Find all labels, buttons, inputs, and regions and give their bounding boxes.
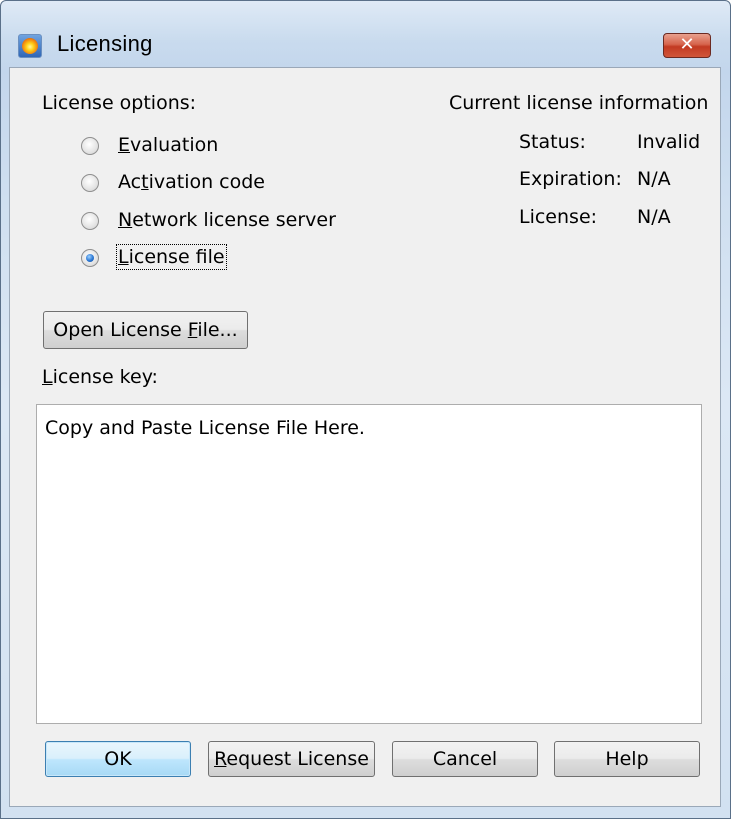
radio-network-license-server-label[interactable]: Network license server: [118, 209, 336, 231]
cancel-button[interactable]: Cancel: [392, 741, 538, 777]
license-key-label: License key:: [42, 366, 158, 388]
close-button[interactable]: ✕: [663, 33, 711, 58]
radio-network-license-server-control[interactable]: [81, 212, 99, 230]
license-key-textarea[interactable]: Copy and Paste License File Here.: [36, 404, 702, 724]
radio-activation-code-label[interactable]: Activation code: [118, 171, 265, 193]
licensing-window: Licensing ✕ License options: Evaluation …: [0, 0, 731, 819]
radio-activation-code-control[interactable]: [81, 174, 99, 192]
open-license-file-button[interactable]: Open License File...: [43, 311, 248, 349]
window-title: Licensing: [57, 31, 153, 56]
request-license-button[interactable]: Request License: [208, 741, 375, 777]
expiration-label: Expiration:: [519, 168, 622, 190]
status-value: Invalid: [637, 131, 701, 153]
current-license-info-heading: Current license information: [449, 92, 709, 114]
license-value: N/A: [637, 206, 671, 228]
ok-button[interactable]: OK: [45, 741, 191, 777]
app-logo-icon: [18, 34, 42, 58]
radio-evaluation-label[interactable]: Evaluation: [118, 134, 218, 156]
radio-license-file-label[interactable]: License file: [116, 244, 227, 270]
title-bar: Licensing ✕: [1, 1, 730, 58]
license-options-heading: License options:: [42, 92, 197, 114]
status-label: Status:: [519, 131, 586, 153]
radio-license-file-control[interactable]: [81, 249, 99, 267]
expiration-value: N/A: [637, 168, 671, 190]
radio-evaluation-control[interactable]: [81, 137, 99, 155]
help-button[interactable]: Help: [554, 741, 700, 777]
license-label: License:: [519, 206, 598, 228]
